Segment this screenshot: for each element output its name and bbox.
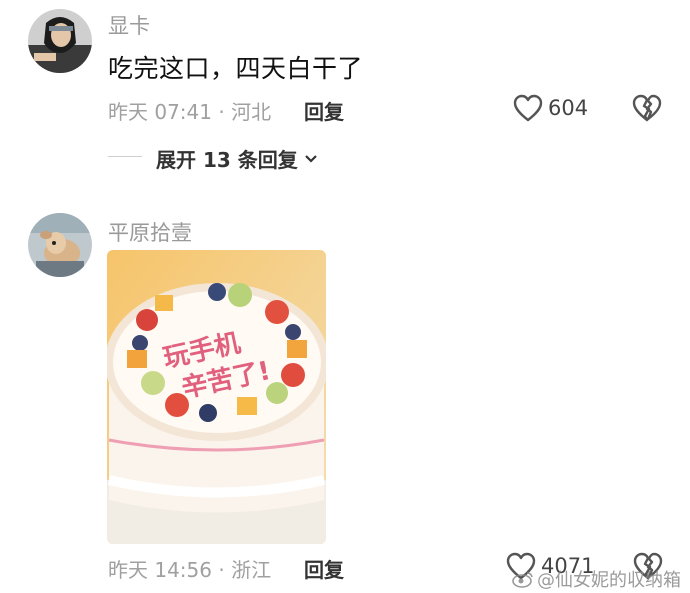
expand-replies-label: 展开 13 条回复 — [156, 148, 298, 172]
comment-text: 吃完这口，四天白干了 — [108, 54, 364, 83]
comment-photo[interactable]: 玩手机 辛苦了! — [107, 250, 326, 544]
watermark: @仙女妮的収纳箱 — [512, 566, 681, 592]
divider-line — [108, 156, 142, 157]
reply-button[interactable]: 回复 — [304, 554, 344, 583]
heart-icon[interactable] — [513, 94, 543, 122]
reply-button[interactable]: 回复 — [304, 96, 344, 125]
comment-username[interactable]: 显卡 — [108, 10, 150, 40]
chevron-down-icon — [304, 154, 318, 164]
watermark-text: @仙女妮的収纳箱 — [537, 570, 681, 591]
weibo-icon — [512, 570, 534, 588]
like-count: 604 — [548, 96, 589, 120]
avatar[interactable] — [28, 213, 92, 277]
comment-username[interactable]: 平原拾壹 — [108, 217, 192, 247]
avatar[interactable] — [28, 9, 92, 73]
comment-time-location: 昨天 07:41 · 河北 — [108, 100, 272, 124]
comment-time-location: 昨天 14:56 · 浙江 — [108, 558, 272, 582]
broken-heart-icon[interactable] — [632, 94, 662, 122]
expand-replies-button[interactable]: 展开 13 条回复 — [156, 144, 318, 173]
